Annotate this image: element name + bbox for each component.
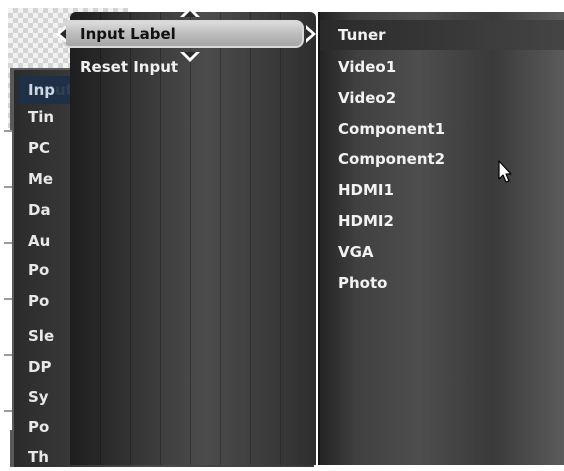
submenu-item-reset-input[interactable]: Reset Input xyxy=(80,56,178,78)
main-menu-item-label: Me xyxy=(28,170,54,188)
submenu-item-label: Input Label xyxy=(80,25,176,43)
main-menu-item[interactable]: Me xyxy=(28,165,53,193)
option-tuner[interactable]: Tuner xyxy=(320,20,564,50)
main-menu-item[interactable]: Sle xyxy=(28,322,54,350)
option-video1[interactable]: Video1 xyxy=(338,52,396,82)
main-menu-item[interactable]: PC xyxy=(28,134,50,162)
chevron-up-icon-inner xyxy=(184,11,196,17)
option-component2[interactable]: Component2 xyxy=(338,144,445,174)
main-menu-item-label: Po xyxy=(28,418,50,436)
panel-stripe xyxy=(280,12,281,465)
panel-stripe xyxy=(250,12,251,465)
main-menu-item-label: Tin xyxy=(28,108,55,126)
main-menu-item-label: Po xyxy=(28,292,50,310)
option-hdmi2[interactable]: HDMI2 xyxy=(338,206,394,236)
chevron-right-icon-inner xyxy=(306,29,312,39)
main-menu-item[interactable]: Po xyxy=(28,256,49,284)
main-menu-item[interactable]: Da xyxy=(28,196,51,224)
main-menu-edge xyxy=(4,130,12,430)
main-menu-item-label: DP xyxy=(28,358,52,376)
main-menu-item[interactable]: Au xyxy=(28,227,50,255)
main-menu-item[interactable]: Po xyxy=(28,413,49,441)
main-menu-item[interactable]: DP xyxy=(28,353,51,381)
panel-stripe xyxy=(100,12,101,465)
panel-stripe xyxy=(160,12,161,465)
mouse-pointer-icon xyxy=(498,160,512,183)
chevron-down-icon-inner xyxy=(184,52,196,58)
main-menu-item[interactable]: Sy xyxy=(28,383,49,411)
chevron-left-icon-inner xyxy=(60,29,66,39)
main-menu-item-label: Inp xyxy=(28,81,55,99)
panel-stripe xyxy=(130,12,131,465)
option-vga[interactable]: VGA xyxy=(338,237,374,267)
submenu-panel xyxy=(70,12,316,465)
main-menu-item-label: Au xyxy=(28,232,51,250)
option-video2[interactable]: Video2 xyxy=(338,83,396,113)
main-menu-item-label: Sle xyxy=(28,327,55,345)
option-component1[interactable]: Component1 xyxy=(338,114,445,144)
main-menu-item-label: PC xyxy=(28,139,51,157)
main-menu-item-label: Da xyxy=(28,201,51,219)
main-menu-item-label: Sy xyxy=(28,388,49,406)
main-menu-item-label: Po xyxy=(28,261,50,279)
panel-stripe xyxy=(220,12,221,465)
main-menu-item[interactable]: Th xyxy=(28,443,49,471)
panel-stripe xyxy=(190,12,191,465)
option-photo[interactable]: Photo xyxy=(338,268,387,298)
main-menu-item[interactable]: Tin xyxy=(28,103,54,131)
main-menu-item[interactable]: Po xyxy=(28,287,49,315)
option-hdmi1[interactable]: HDMI1 xyxy=(338,175,394,205)
main-menu-item-label: Th xyxy=(28,448,49,466)
